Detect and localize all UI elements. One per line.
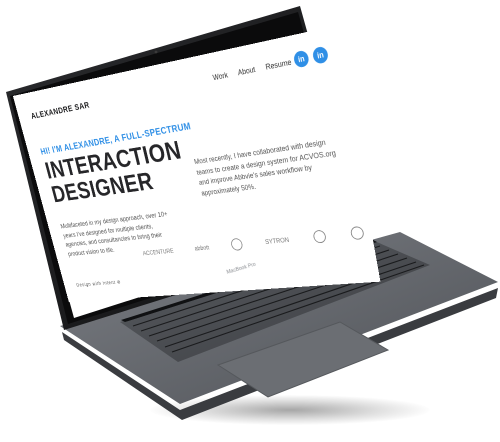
site-brand[interactable]: ALEXANDRE SAR	[30, 101, 90, 122]
site-nav: Work About Resume	[212, 58, 292, 82]
social-link-icon[interactable]: in	[311, 45, 330, 65]
client-logo-mark-icon	[349, 225, 365, 241]
nav-link-resume[interactable]: Resume	[265, 58, 292, 72]
laptop-scene: ALEXANDRE SAR Work About Resume in in HI…	[0, 0, 500, 442]
client-logo-accenture: ACCENTURE	[142, 247, 175, 257]
intro-paragraph-right: Most recently, I have collaborated with …	[193, 137, 337, 197]
camera	[154, 50, 158, 54]
social-link-icon[interactable]: in	[292, 49, 310, 69]
client-logo-mark-icon	[229, 237, 244, 251]
cta-link[interactable]: Design with Intent ⊕	[76, 279, 122, 288]
nav-link-about[interactable]: About	[237, 65, 256, 77]
social-links: in in	[292, 45, 330, 69]
nav-link-work[interactable]: Work	[212, 71, 229, 82]
client-logo-abbott: abbott	[193, 243, 210, 252]
client-logo-sytron: SYTRON	[264, 236, 290, 246]
client-logo-mark-icon	[312, 229, 327, 244]
